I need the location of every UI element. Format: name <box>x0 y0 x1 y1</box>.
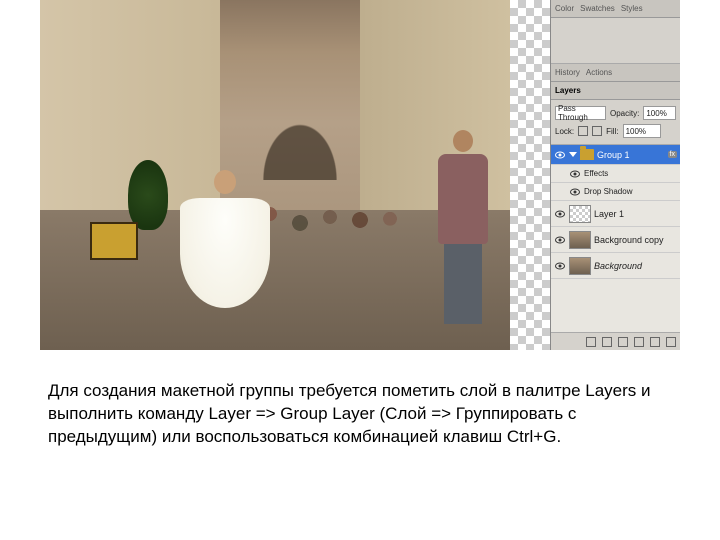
girl-in-dress <box>180 170 270 320</box>
layer-group-1[interactable]: Group 1 fx <box>551 145 680 165</box>
layers-panel-controls: Pass Through Opacity: 100% Lock: Fill: 1… <box>551 100 680 145</box>
tab-actions[interactable]: Actions <box>586 68 612 77</box>
group-name: Group 1 <box>597 150 630 160</box>
tab-swatches[interactable]: Swatches <box>580 4 615 13</box>
tab-styles[interactable]: Styles <box>621 4 643 13</box>
color-panel-tabs: Color Swatches Styles <box>551 0 680 18</box>
background-copy-label: Background copy <box>594 235 664 245</box>
link-layers-icon[interactable] <box>586 337 596 347</box>
photoshop-panels: Color Swatches Styles History Actions La… <box>550 0 680 350</box>
layers-panel-tabs: Layers <box>551 82 680 100</box>
man-standing-right <box>435 130 490 330</box>
visibility-icon[interactable] <box>569 186 581 198</box>
effects-row[interactable]: Effects <box>551 165 680 183</box>
caption-text: Для создания макетной группы требуется п… <box>48 380 672 449</box>
layer-mask-icon[interactable] <box>618 337 628 347</box>
drop-shadow-label: Drop Shadow <box>584 187 632 196</box>
layers-list: Group 1 fx Effects Drop Shadow <box>551 145 680 332</box>
new-group-icon[interactable] <box>634 337 644 347</box>
layer-thumbnail <box>569 231 591 249</box>
opacity-field[interactable]: 100% <box>643 106 676 120</box>
layer-1-row[interactable]: Layer 1 <box>551 201 680 227</box>
visibility-icon[interactable] <box>554 234 566 246</box>
visibility-icon[interactable] <box>554 260 566 272</box>
tab-history[interactable]: History <box>555 68 580 77</box>
screenshot-composite: Color Swatches Styles History Actions La… <box>40 0 680 350</box>
history-panel-tabs: History Actions <box>551 64 680 82</box>
expand-icon[interactable] <box>569 152 577 157</box>
new-layer-icon[interactable] <box>650 337 660 347</box>
visibility-icon[interactable] <box>554 208 566 220</box>
lock-pixels-icon[interactable] <box>592 126 602 136</box>
tab-color[interactable]: Color <box>555 4 574 13</box>
transparent-canvas-area <box>510 0 550 350</box>
opacity-label: Opacity: <box>610 109 639 118</box>
visibility-icon[interactable] <box>554 149 566 161</box>
color-panel-body <box>551 18 680 64</box>
delete-layer-icon[interactable] <box>666 337 676 347</box>
drop-shadow-row[interactable]: Drop Shadow <box>551 183 680 201</box>
fill-field[interactable]: 100% <box>623 124 661 138</box>
layer-thumbnail <box>569 205 591 223</box>
effects-label: Effects <box>584 169 608 178</box>
background-copy-row[interactable]: Background copy <box>551 227 680 253</box>
visibility-icon[interactable] <box>569 168 581 180</box>
tree <box>128 160 168 230</box>
tab-layers[interactable]: Layers <box>555 86 581 95</box>
street-sign <box>90 222 138 260</box>
fill-label: Fill: <box>606 127 618 136</box>
fx-badge[interactable]: fx <box>668 151 677 158</box>
lock-label: Lock: <box>555 127 574 136</box>
photo-wrapper <box>40 0 510 350</box>
layer-1-label: Layer 1 <box>594 209 624 219</box>
blend-mode-select[interactable]: Pass Through <box>555 106 606 120</box>
layer-style-icon[interactable] <box>602 337 612 347</box>
edited-photo <box>40 0 510 350</box>
layers-panel-footer <box>551 332 680 350</box>
folder-icon <box>580 149 594 160</box>
background-row[interactable]: Background <box>551 253 680 279</box>
slide: Color Swatches Styles History Actions La… <box>0 0 720 540</box>
layer-thumbnail <box>569 257 591 275</box>
background-label: Background <box>594 261 642 271</box>
archway <box>240 0 360 180</box>
lock-transparency-icon[interactable] <box>578 126 588 136</box>
